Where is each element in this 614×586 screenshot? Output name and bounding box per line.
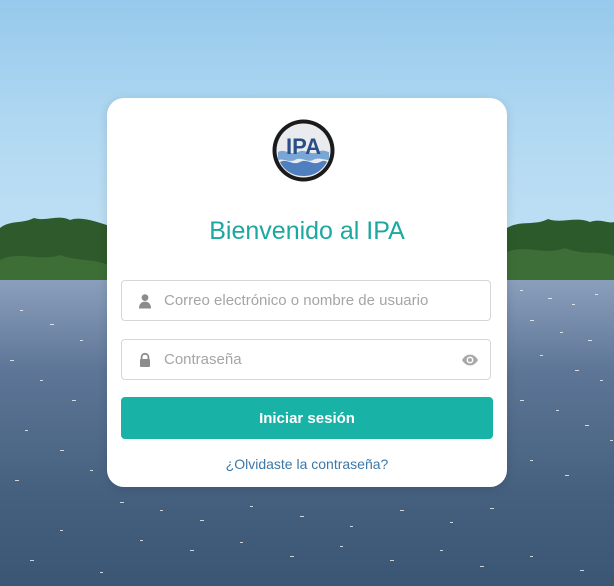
ipa-logo: IPA [272, 119, 335, 182]
user-icon [139, 294, 151, 309]
password-input[interactable] [164, 340, 464, 379]
email-field[interactable] [121, 280, 491, 321]
login-button[interactable]: Iniciar sesión [121, 397, 493, 439]
eye-icon[interactable] [461, 352, 479, 368]
login-screen: IPA Bienvenido al IPA Iniciar sesión ¿Ol… [0, 0, 614, 586]
forgot-password-link[interactable]: ¿Olvidaste la contraseña? [107, 454, 507, 474]
password-field[interactable] [121, 339, 491, 380]
logo-text: IPA [286, 134, 321, 159]
lock-icon [140, 352, 150, 367]
page-title: Bienvenido al IPA [209, 217, 405, 245]
email-input[interactable] [164, 281, 464, 320]
